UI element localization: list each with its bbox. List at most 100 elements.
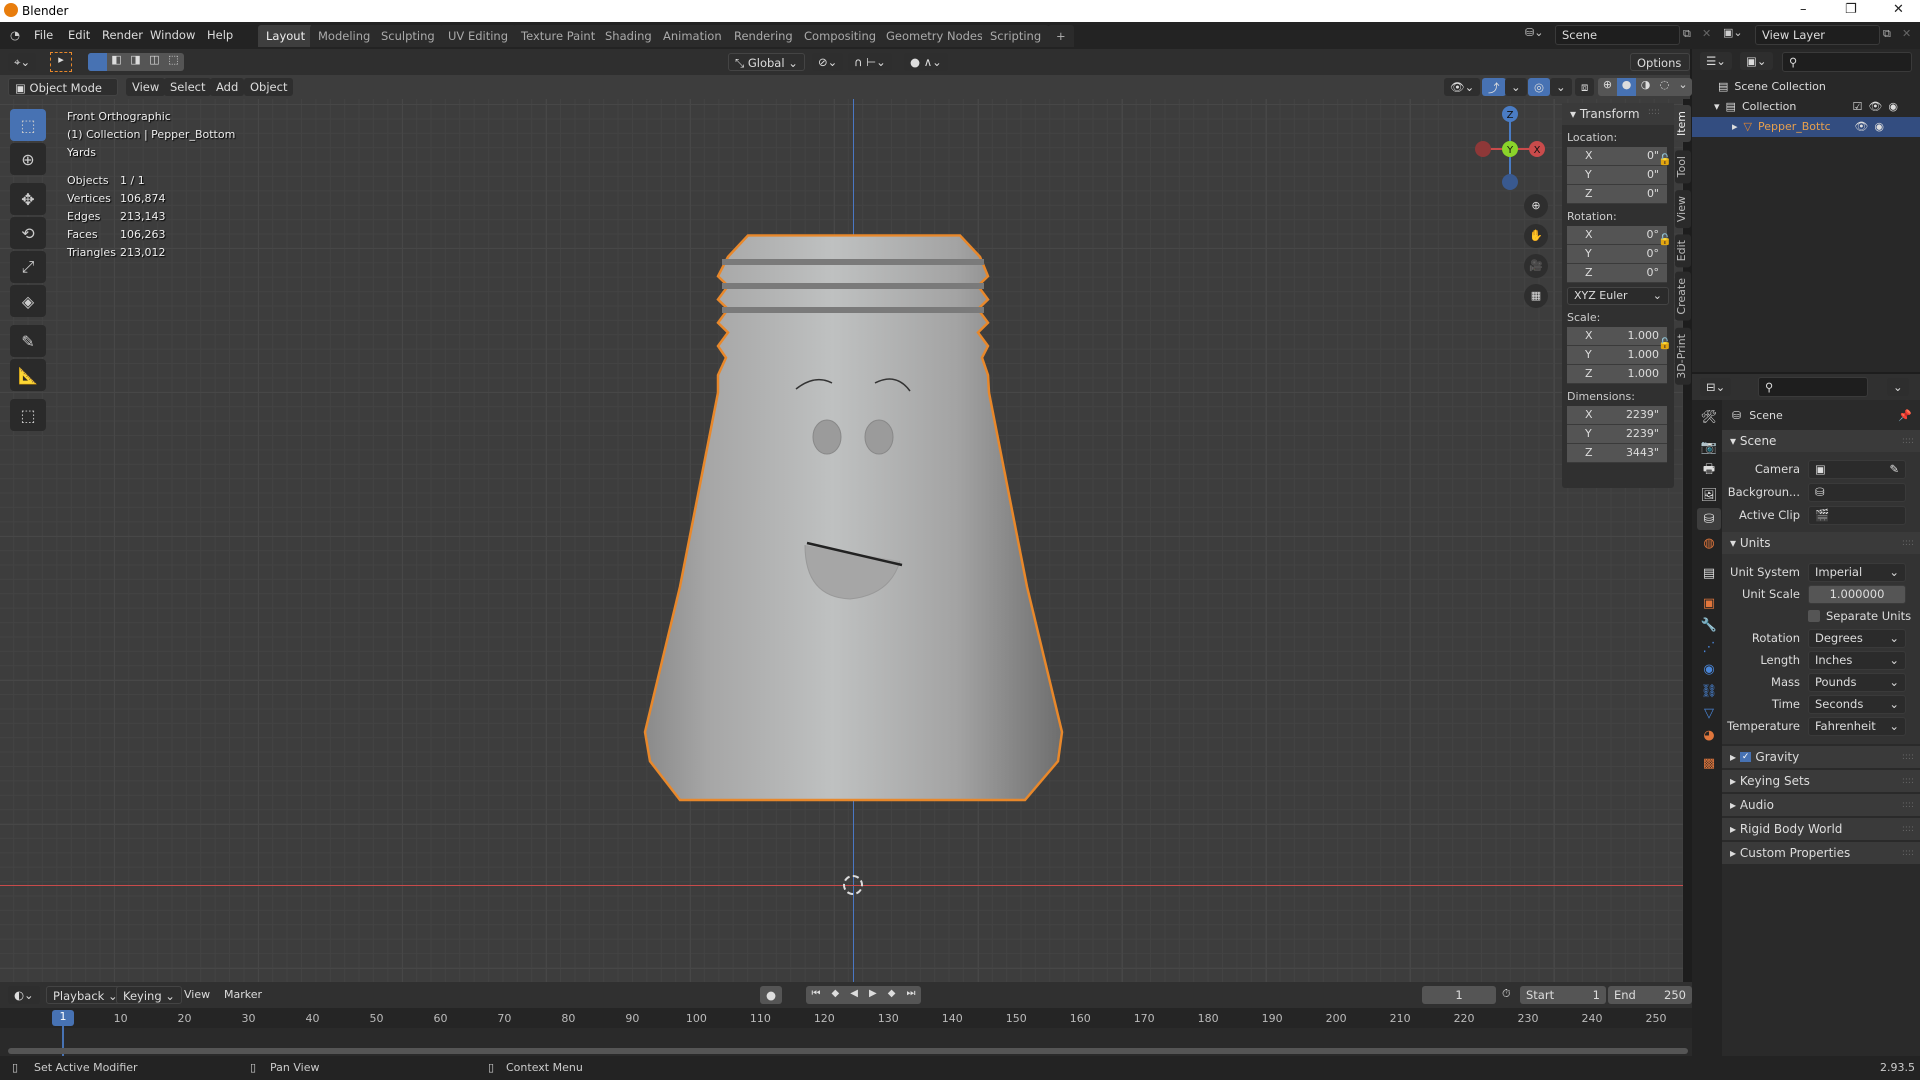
- new-scene-icon[interactable]: ⧉: [1683, 27, 1691, 41]
- timeline-marker-menu[interactable]: Marker: [224, 988, 262, 1001]
- output-tab-icon[interactable]: 🖶: [1697, 460, 1721, 482]
- transform-header[interactable]: ▾ Transform::::: [1562, 103, 1674, 125]
- snap-toggle[interactable]: ∩ ⊢⌄: [848, 53, 892, 71]
- exclude-checkbox[interactable]: ☑: [1853, 100, 1863, 114]
- selection-mode-group[interactable]: ◧ ◨ ◫ ⬚: [88, 53, 184, 71]
- properties-editor-type[interactable]: ⊟⌄: [1700, 378, 1732, 396]
- temperature-units-dropdown[interactable]: Fahrenheit ⌄: [1808, 716, 1906, 736]
- outliner-search-input[interactable]: ⚲: [1782, 52, 1912, 72]
- object-tab-icon[interactable]: ▣: [1697, 592, 1721, 614]
- gravity-section-header[interactable]: ▸ ✓ Gravity::::: [1722, 746, 1920, 768]
- stopwatch-icon[interactable]: ⏱: [1502, 987, 1511, 1001]
- select-tool-icon[interactable]: ▸: [50, 52, 72, 72]
- sidebar-tab-create[interactable]: Create: [1675, 272, 1691, 321]
- auto-keying-toggle[interactable]: ●: [760, 986, 783, 1004]
- shading-dropdown[interactable]: ⌄: [1674, 78, 1692, 96]
- menu-file[interactable]: File: [34, 28, 53, 42]
- dimensions-x-field[interactable]: X 2239": [1567, 406, 1667, 425]
- start-frame-field[interactable]: Start 1: [1520, 986, 1606, 1004]
- delete-view-layer-icon[interactable]: ✕: [1902, 27, 1911, 40]
- scale-z-field[interactable]: Z 1.000: [1567, 365, 1667, 384]
- viewport-menu-object[interactable]: Object: [244, 78, 294, 96]
- keying-sets-section-header[interactable]: ▸ Keying Sets::::: [1722, 770, 1920, 792]
- play-reverse-icon[interactable]: ◀: [850, 988, 858, 1004]
- 3d-viewport[interactable]: ⬚ ⊕ ✥ ⟲ ⤢ ◈ ✎ 📐 ⬚ Front Orthographic (1)…: [0, 99, 1683, 982]
- camera-view-icon[interactable]: 🎥: [1524, 254, 1548, 278]
- tool-tab-icon[interactable]: 🛠: [1697, 406, 1721, 428]
- eye-icon[interactable]: 👁: [1854, 120, 1868, 134]
- select-extend-icon[interactable]: ◧: [107, 53, 126, 71]
- tab-geometry-nodes[interactable]: Geometry Nodes: [878, 25, 992, 47]
- maximize-button[interactable]: ❐: [1845, 2, 1857, 17]
- tool-transform[interactable]: ◈: [10, 285, 46, 317]
- rotation-y-field[interactable]: Y 0°: [1567, 245, 1667, 264]
- tool-select-box[interactable]: ⬚: [10, 109, 46, 141]
- rotation-x-field[interactable]: X 0°: [1567, 226, 1667, 245]
- tab-sculpting[interactable]: Sculpting: [373, 25, 443, 47]
- location-x-field[interactable]: X 0": [1567, 147, 1667, 166]
- tab-animation[interactable]: Animation: [655, 25, 730, 47]
- collection-tab-icon[interactable]: ▤: [1697, 562, 1721, 584]
- location-y-field[interactable]: Y 0": [1567, 166, 1667, 185]
- outliner-item-collection[interactable]: ▾ ▤ Collection ☑ 👁 ◉: [1692, 97, 1920, 117]
- tab-shading[interactable]: Shading: [597, 25, 660, 47]
- camera-render-icon[interactable]: ◉: [1874, 120, 1884, 134]
- tab-texture-paint[interactable]: Texture Paint: [513, 25, 604, 47]
- select-new-icon[interactable]: [88, 53, 107, 71]
- delete-scene-icon[interactable]: ✕: [1702, 27, 1711, 40]
- rotation-z-field[interactable]: Z 0°: [1567, 264, 1667, 283]
- tool-cursor[interactable]: ⊕: [10, 143, 46, 175]
- lock-scale-x-icon[interactable]: 🔓: [1658, 337, 1672, 350]
- custom-properties-section-header[interactable]: ▸ Custom Properties::::: [1722, 842, 1920, 864]
- location-z-field[interactable]: Z 0": [1567, 185, 1667, 204]
- scale-x-field[interactable]: X 1.000: [1567, 327, 1667, 346]
- wireframe-shading-icon[interactable]: ⊕: [1598, 78, 1617, 96]
- outliner-item-pepper-bottom[interactable]: ▸ ▽ Pepper_Bottc 👁 ◉: [1692, 117, 1920, 137]
- constraints-tab-icon[interactable]: ⛓: [1697, 680, 1721, 702]
- unit-scale-field[interactable]: 1.000000: [1808, 584, 1906, 604]
- active-clip-field[interactable]: 🎬: [1808, 505, 1906, 525]
- select-intersect-icon[interactable]: ⬚: [164, 53, 183, 71]
- unit-system-dropdown[interactable]: Imperial ⌄: [1808, 562, 1906, 582]
- add-workspace-button[interactable]: +: [1048, 25, 1074, 47]
- tool-annotate[interactable]: ✎: [10, 325, 46, 357]
- timeline-scrollbar[interactable]: [8, 1048, 1688, 1054]
- dimensions-z-field[interactable]: Z 3443": [1567, 444, 1667, 463]
- camera-render-icon[interactable]: ◉: [1888, 100, 1898, 114]
- lock-rotation-x-icon[interactable]: 🔓: [1658, 233, 1672, 246]
- menu-window[interactable]: Window: [150, 28, 195, 42]
- tab-layout[interactable]: Layout: [258, 25, 314, 47]
- tool-measure[interactable]: 📐: [10, 359, 46, 391]
- play-icon[interactable]: ▶: [869, 988, 877, 1004]
- lock-location-x-icon[interactable]: 🔓: [1658, 153, 1672, 166]
- pivot-point-dropdown[interactable]: ⊘⌄: [812, 53, 844, 71]
- pan-view-icon[interactable]: ✋: [1524, 224, 1548, 248]
- minimize-button[interactable]: –: [1800, 2, 1807, 17]
- viewport-menu-add[interactable]: Add: [210, 78, 245, 96]
- pepper-bottom-mesh[interactable]: [600, 219, 1100, 899]
- properties-options-dropdown[interactable]: ⌄: [1887, 378, 1909, 396]
- rigid-body-world-section-header[interactable]: ▸ Rigid Body World::::: [1722, 818, 1920, 840]
- eye-icon[interactable]: 👁: [1868, 100, 1882, 114]
- next-keyframe-icon[interactable]: ◆: [888, 988, 896, 1004]
- data-tab-icon[interactable]: ▽: [1697, 702, 1721, 724]
- blender-menu-icon[interactable]: ◔: [10, 28, 20, 42]
- tab-scripting[interactable]: Scripting: [982, 25, 1050, 47]
- scene-field[interactable]: Scene: [1555, 25, 1680, 45]
- options-dropdown[interactable]: Options ⌄: [1630, 53, 1690, 84]
- world-tab-icon[interactable]: ◍: [1697, 532, 1721, 554]
- end-frame-field[interactable]: End 250: [1608, 986, 1692, 1004]
- expand-icon[interactable]: ▸: [1732, 120, 1738, 134]
- close-button[interactable]: ✕: [1893, 2, 1904, 17]
- viewport-menu-view[interactable]: View: [126, 78, 166, 96]
- sidebar-tab-3d-print[interactable]: 3D-Print: [1675, 328, 1691, 385]
- 3d-cursor-icon[interactable]: [843, 875, 863, 895]
- shading-mode-group[interactable]: ⊕ ● ◑ ◌ ⌄: [1598, 78, 1692, 96]
- jump-end-icon[interactable]: ⏭: [906, 988, 915, 1004]
- view-layer-tab-icon[interactable]: 🖼: [1697, 484, 1721, 506]
- mass-units-dropdown[interactable]: Pounds ⌄: [1808, 672, 1906, 692]
- tab-uv-editing[interactable]: UV Editing: [440, 25, 516, 47]
- view-layer-icon[interactable]: ▣⌄: [1723, 26, 1743, 39]
- timeline-view-menu[interactable]: View: [184, 988, 210, 1001]
- particles-tab-icon[interactable]: ⋰: [1697, 636, 1721, 658]
